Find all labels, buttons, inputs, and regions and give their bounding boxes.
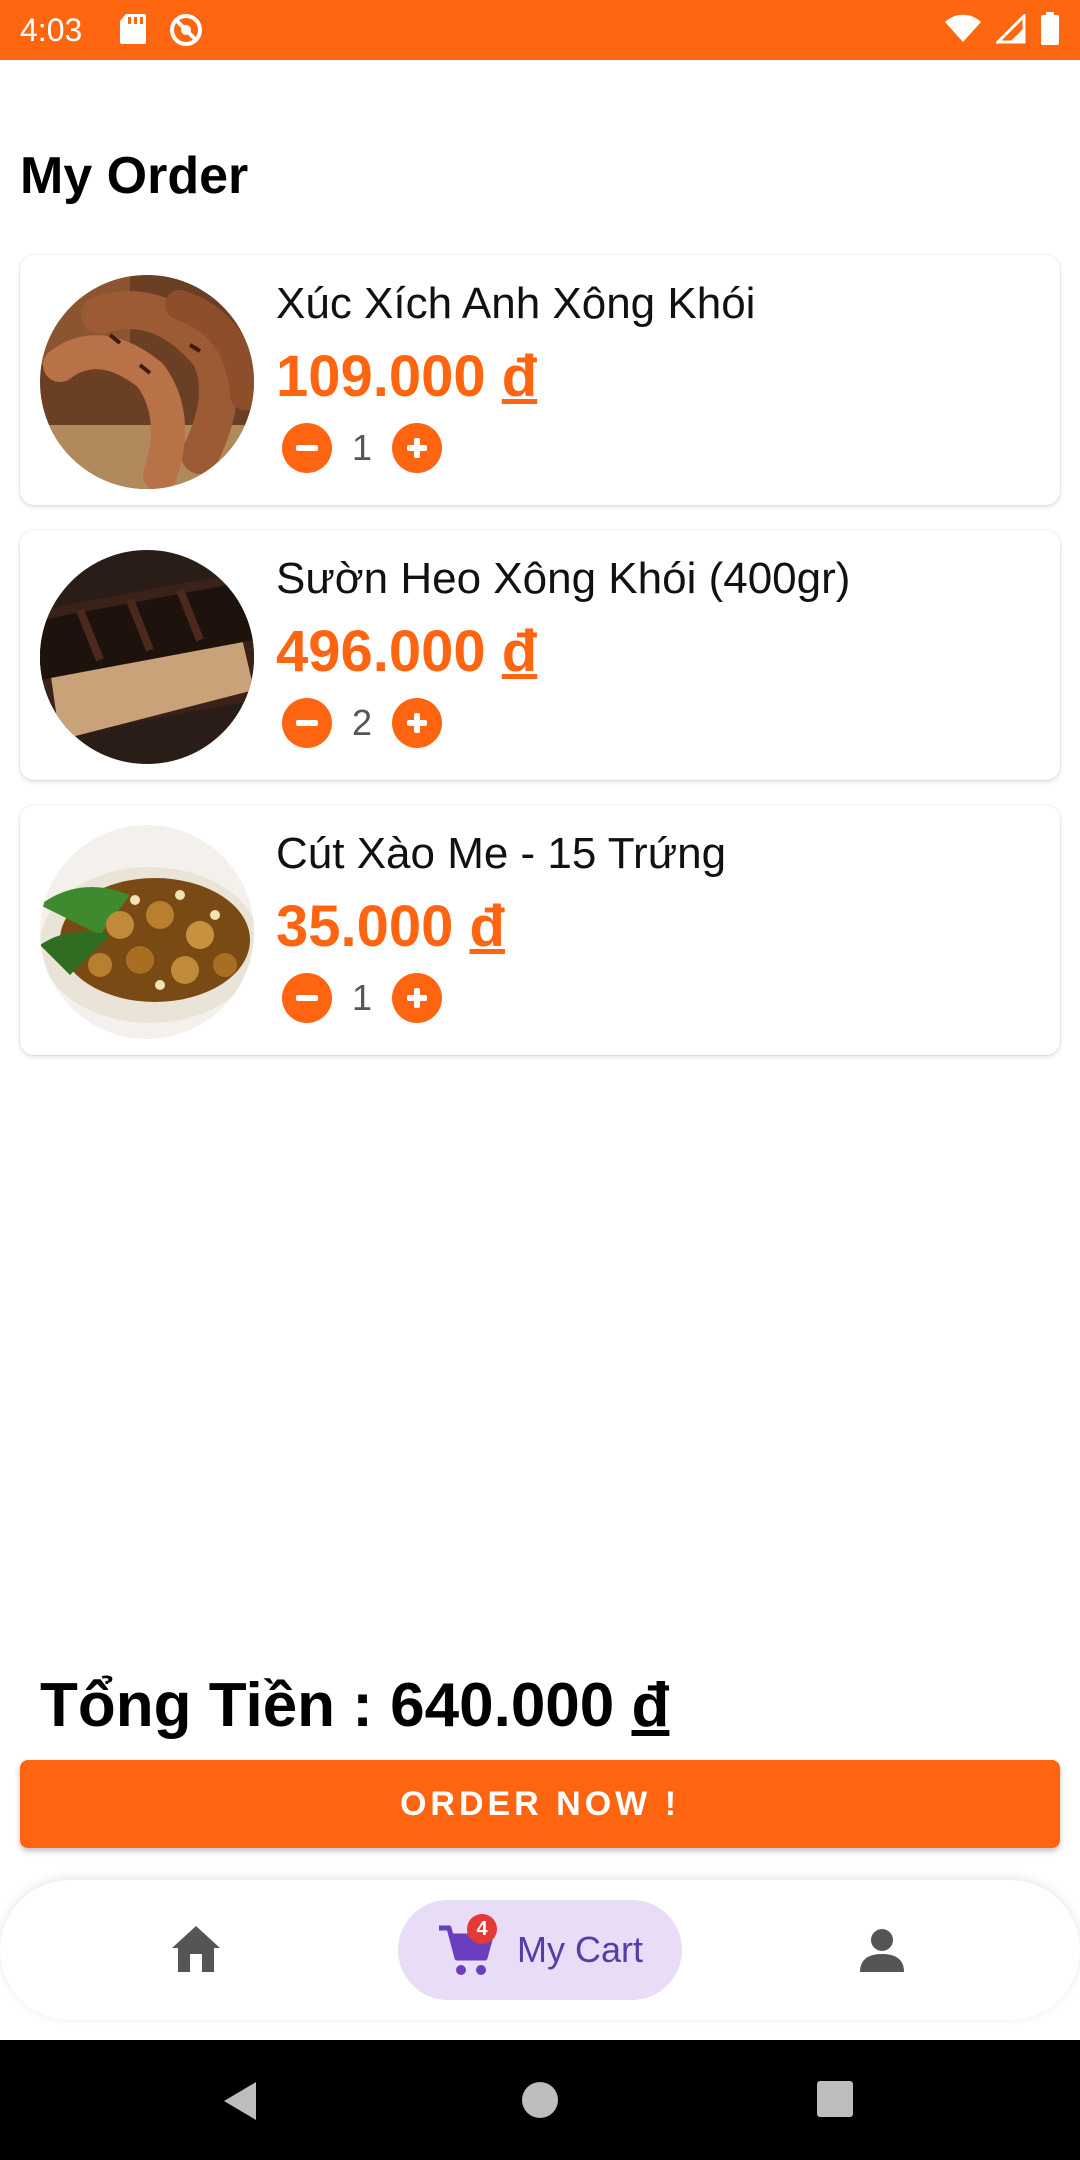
wifi-icon [944,14,982,49]
minus-icon [296,720,318,726]
cart-icon-wrap: 4 [437,1914,497,1978]
decrease-quantity-button[interactable] [282,973,332,1023]
minus-icon [296,995,318,1001]
status-bar: 4:03 [0,0,1080,60]
nav-cart-label: My Cart [517,1929,643,1970]
recents-icon [817,2081,853,2117]
price-value: 496.000 [276,619,486,684]
quantity-stepper: 2 [282,698,442,748]
order-list: Xúc Xích Anh Xông Khói 109.000 đ 1 Sườn … [20,255,1060,1080]
increase-quantity-button[interactable] [392,423,442,473]
system-back-button[interactable] [220,2080,260,2127]
plus-icon [407,713,427,733]
item-name: Xúc Xích Anh Xông Khói [276,279,756,328]
system-recents-button[interactable] [816,2080,854,2123]
battery-icon [1040,12,1060,51]
quantity-value: 2 [351,702,373,743]
home-icon [172,1926,220,1972]
home-circle-icon [522,2082,558,2118]
sd-card-icon [118,12,148,53]
item-price: 35.000 đ [276,893,505,960]
back-icon [224,2082,256,2120]
minus-icon [296,445,318,451]
order-item-card[interactable]: Cút Xào Me - 15 Trứng 35.000 đ 1 [20,805,1060,1055]
quantity-value: 1 [351,977,373,1018]
status-time: 4:03 [20,12,83,48]
plus-icon [407,438,427,458]
quail-eggs-photo [40,825,254,1039]
price-value: 35.000 [276,894,454,959]
order-item-card[interactable]: Sườn Heo Xông Khói (400gr) 496.000 đ 2 [20,530,1060,780]
plus-icon [407,988,427,1008]
system-home-button[interactable] [520,2080,560,2125]
increase-quantity-button[interactable] [392,698,442,748]
item-name: Sườn Heo Xông Khói (400gr) [276,554,851,603]
decrease-quantity-button[interactable] [282,698,332,748]
bottom-nav: 4 My Cart [0,1880,1080,2020]
quantity-value: 1 [351,427,373,468]
currency-symbol: đ [469,894,505,959]
item-name: Cút Xào Me - 15 Trứng [276,829,727,878]
total-label: Tổng Tiền : 640.000 [40,1671,615,1740]
smoked-ribs-photo [40,550,254,764]
increase-quantity-button[interactable] [392,973,442,1023]
page-title: My Order [20,147,249,205]
nav-profile-button[interactable] [854,1922,910,1983]
quantity-stepper: 1 [282,423,442,473]
cart-badge: 4 [467,1914,497,1944]
currency-symbol: đ [501,344,538,409]
price-value: 109.000 [276,344,486,409]
item-price: 496.000 đ [276,618,537,685]
no-sync-icon [168,12,204,53]
person-icon [860,1929,904,1972]
sausage-photo [40,275,254,489]
decrease-quantity-button[interactable] [282,423,332,473]
total-currency: đ [631,1671,670,1740]
nav-home-button[interactable] [168,1922,224,1983]
system-nav-bar [0,2040,1080,2160]
order-now-button[interactable]: ORDER NOW ! [20,1760,1060,1848]
currency-symbol: đ [501,619,538,684]
order-total: Tổng Tiền : 640.000 đ [40,1670,669,1741]
nav-cart-button[interactable]: 4 My Cart [398,1900,682,2000]
signal-icon [994,12,1026,49]
quantity-stepper: 1 [282,973,442,1023]
order-item-card[interactable]: Xúc Xích Anh Xông Khói 109.000 đ 1 [20,255,1060,505]
item-price: 109.000 đ [276,343,537,410]
